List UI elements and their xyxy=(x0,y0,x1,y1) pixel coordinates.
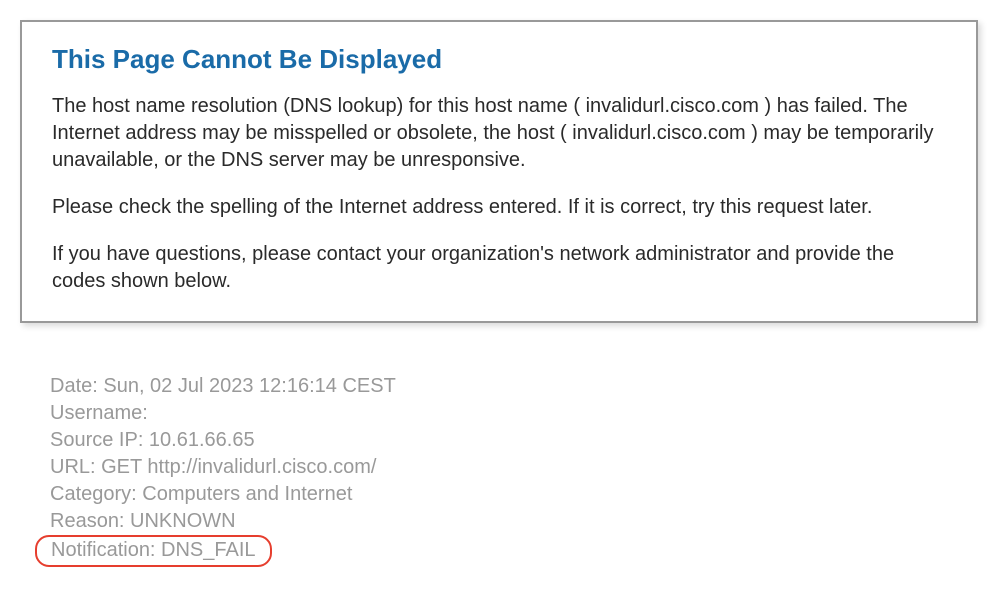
detail-reason: Reason: UNKNOWN xyxy=(50,508,978,535)
notification-highlight: Notification: DNS_FAIL xyxy=(35,535,272,567)
detail-category: Category: Computers and Internet xyxy=(50,481,978,508)
detail-username: Username: xyxy=(50,400,978,427)
error-details-section: Date: Sun, 02 Jul 2023 12:16:14 CEST Use… xyxy=(20,373,978,567)
detail-date: Date: Sun, 02 Jul 2023 12:16:14 CEST xyxy=(50,373,978,400)
detail-url: URL: GET http://invalidurl.cisco.com/ xyxy=(50,454,978,481)
detail-source-ip: Source IP: 10.61.66.65 xyxy=(50,427,978,454)
error-description-1: The host name resolution (DNS lookup) fo… xyxy=(52,93,946,174)
detail-notification: Notification: DNS_FAIL xyxy=(51,539,256,561)
error-message-box: This Page Cannot Be Displayed The host n… xyxy=(20,20,978,323)
error-description-3: If you have questions, please contact yo… xyxy=(52,241,946,295)
error-description-2: Please check the spelling of the Interne… xyxy=(52,194,946,221)
error-title: This Page Cannot Be Displayed xyxy=(52,44,946,75)
